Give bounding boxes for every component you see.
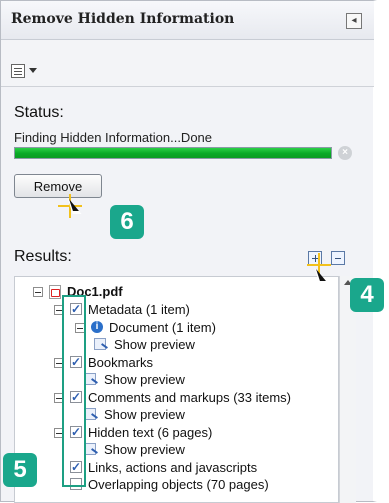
cancel-search-icon[interactable]: × [338,146,352,160]
step-4-badge: 4 [350,278,384,312]
tree-item-label: Metadata (1 item) [88,302,190,317]
tree-item-label: Overlapping objects (70 pages) [88,477,269,492]
panel-header: Remove Hidden Information ◂ [1,1,374,40]
panel-toolbar [1,40,374,87]
options-menu-icon [11,64,25,78]
panel-title: Remove Hidden Information [11,11,235,27]
collapse-all-icon[interactable] [331,251,345,265]
tree-item-label: Show preview [104,372,185,387]
progress-bar [14,147,332,159]
tree-item-label: Show preview [114,337,195,352]
step-5-badge: 5 [3,453,37,487]
progress-text: Finding Hidden Information...Done [14,130,213,145]
tree-item-label: Hidden text (6 pages) [88,425,213,440]
tree-item-label: Document (1 item) [109,320,216,335]
remove-hidden-information-panel: Remove Hidden Information ◂ Status: Find… [0,0,377,503]
results-label: Results: [14,248,72,265]
status-label: Status: [14,104,64,121]
step-6-badge: 6 [110,205,144,239]
tree-toggle-collapse-icon[interactable] [33,287,43,297]
checkbox-highlight-callout [62,295,86,487]
tree-item-label: Bookmarks [88,355,154,370]
dropdown-arrow-icon [29,68,37,73]
info-icon: i [91,321,103,333]
tree-item-label: Show preview [104,407,185,422]
tree-item-label: Comments and markups (33 items) [88,390,292,405]
tree-item-label: Links, actions and javascripts [88,460,258,475]
preview-icon [94,338,106,350]
pdf-document-icon [49,285,61,299]
collapse-panel-icon[interactable]: ◂ [346,13,362,29]
options-menu-button[interactable] [11,64,39,82]
results-tree: Doc1.pdf ✓ Metadata (1 item) i Document … [14,276,339,503]
tree-item-label: Show preview [104,442,185,457]
